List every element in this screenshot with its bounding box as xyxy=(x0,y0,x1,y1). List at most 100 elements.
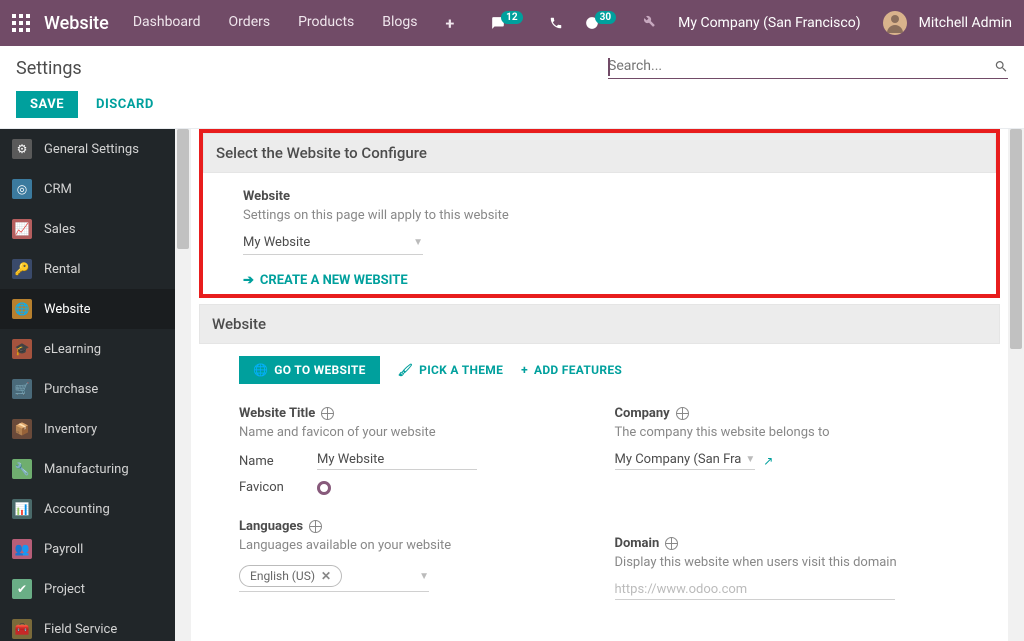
globe-icon: 🌐 xyxy=(253,363,268,377)
sidebar-label: Accounting xyxy=(44,502,110,517)
domain-label: Domain xyxy=(615,536,961,551)
sidebar-item-sales[interactable]: 📈Sales xyxy=(0,209,175,249)
languages-select[interactable]: English (US) ✕ ▼ xyxy=(239,565,429,592)
go-to-website-button[interactable]: 🌐 GO TO WEBSITE xyxy=(239,356,380,384)
search-icon[interactable] xyxy=(994,59,1008,74)
external-link-icon[interactable]: ↗ xyxy=(763,454,773,468)
save-button[interactable]: SAVE xyxy=(16,91,78,118)
accounting-icon: 📊 xyxy=(12,499,32,519)
main-scroll-thumb[interactable] xyxy=(1010,129,1022,349)
left-column: Website Title Name and favicon of your w… xyxy=(239,406,585,600)
favicon-label: Favicon xyxy=(239,480,299,495)
nav-links: Dashboard Orders Products Blogs + xyxy=(133,14,454,33)
inventory-icon: 📦 xyxy=(12,419,32,439)
globe-icon xyxy=(665,537,678,550)
sidebar-label: Field Service xyxy=(44,622,117,637)
languages-label: Languages xyxy=(239,519,585,534)
company-switcher[interactable]: My Company (San Francisco) xyxy=(678,15,860,31)
sidebar-item-payroll[interactable]: 👥Payroll xyxy=(0,529,175,569)
select-website-header: Select the Website to Configure xyxy=(203,133,996,173)
sidebar-item-crm[interactable]: ◎CRM xyxy=(0,169,175,209)
crm-icon: ◎ xyxy=(12,179,32,199)
pick-theme-button[interactable]: 🖌 PICK A THEME xyxy=(398,363,504,377)
discard-button[interactable]: DISCARD xyxy=(96,97,154,112)
remove-tag-icon[interactable]: ✕ xyxy=(321,569,331,583)
website-title-label: Website Title xyxy=(239,406,585,421)
sidebar-item-general-settings[interactable]: ⚙General Settings xyxy=(0,129,175,169)
nav-dashboard[interactable]: Dashboard xyxy=(133,14,201,33)
nav-blogs[interactable]: Blogs xyxy=(382,14,417,33)
main-scrollbar[interactable] xyxy=(1008,129,1024,641)
sidebar-item-elearning[interactable]: 🎓eLearning xyxy=(0,329,175,369)
favicon-row: Favicon xyxy=(239,480,585,495)
caret-down-icon: ▼ xyxy=(745,454,755,465)
top-navbar: Website Dashboard Orders Products Blogs … xyxy=(0,0,1024,46)
nav-plus-icon[interactable]: + xyxy=(445,14,454,33)
sidebar-item-field-service[interactable]: 🧰Field Service xyxy=(0,609,175,641)
caret-down-icon: ▼ xyxy=(413,237,423,248)
sidebar-item-purchase[interactable]: 🛒Purchase xyxy=(0,369,175,409)
domain-input[interactable]: https://www.odoo.com xyxy=(615,582,895,600)
website-select[interactable]: My Website ▼ xyxy=(243,235,423,255)
page-title: Settings xyxy=(16,58,82,79)
workspace: ⚙General Settings◎CRM📈Sales 🔑 Rental 🌐 Websi… xyxy=(0,128,1024,641)
sidebar-item-manufacturing[interactable]: 🔧 Manufacturing xyxy=(0,449,175,489)
plus-icon: + xyxy=(521,363,528,377)
messages-badge: 12 xyxy=(501,11,522,24)
sidebar-item-inventory[interactable]: 📦Inventory xyxy=(0,409,175,449)
favicon-preview[interactable] xyxy=(317,481,331,495)
sidebar-label: Website xyxy=(44,302,91,317)
messages-icon[interactable]: 12 xyxy=(491,16,526,30)
activities-icon[interactable]: 30 xyxy=(585,16,620,30)
nav-products[interactable]: Products xyxy=(298,14,354,33)
globe-icon xyxy=(321,407,334,420)
user-menu[interactable]: Mitchell Admin xyxy=(883,11,1012,35)
company-select[interactable]: My Company (San Fra ▼ xyxy=(615,452,756,470)
sidebar-item-rental[interactable]: 🔑 Rental xyxy=(0,249,175,289)
nav-orders[interactable]: Orders xyxy=(229,14,271,33)
debug-icon[interactable] xyxy=(642,14,656,32)
right-column: Company The company this website belongs… xyxy=(615,406,961,600)
search-input[interactable] xyxy=(608,58,994,74)
user-name: Mitchell Admin xyxy=(919,15,1012,31)
sidebar-label: Manufacturing xyxy=(44,462,129,477)
website-icon: 🌐 xyxy=(12,299,32,319)
sidebar-label: Rental xyxy=(44,262,81,277)
actions-bar: SAVE DISCARD xyxy=(0,79,1024,128)
sidebar-label: Purchase xyxy=(44,382,98,397)
brand-title[interactable]: Website xyxy=(44,13,109,34)
main-panel: Select the Website to Configure Website … xyxy=(191,129,1024,641)
payroll-icon: 👥 xyxy=(12,539,32,559)
activities-badge: 30 xyxy=(595,11,616,24)
sidebar-label: eLearning xyxy=(44,342,101,357)
search-box[interactable] xyxy=(608,58,1008,79)
titlebar: Settings xyxy=(0,46,1024,79)
domain-desc: Display this website when users visit th… xyxy=(615,555,961,570)
select-website-highlight: Select the Website to Configure Website … xyxy=(199,129,1000,298)
company-desc: The company this website belongs to xyxy=(615,425,961,440)
website-button-row: 🌐 GO TO WEBSITE 🖌 PICK A THEME + ADD FEA… xyxy=(199,356,1000,384)
settings-sidebar: ⚙General Settings◎CRM📈Sales 🔑 Rental 🌐 Websi… xyxy=(0,129,175,641)
name-input[interactable]: My Website xyxy=(317,452,477,470)
languages-desc: Languages available on your website xyxy=(239,538,585,553)
phone-icon[interactable] xyxy=(549,16,563,30)
project-icon: ✔ xyxy=(12,579,32,599)
sidebar-scroll-thumb[interactable] xyxy=(177,129,189,249)
apps-grid-icon[interactable] xyxy=(12,14,30,32)
brush-icon: 🖌 xyxy=(398,363,414,377)
name-label: Name xyxy=(239,454,299,469)
website-columns: Website Title Name and favicon of your w… xyxy=(199,406,1000,600)
manufacturing-icon: 🔧 xyxy=(12,459,32,479)
sidebar-item-accounting[interactable]: 📊 Accounting xyxy=(0,489,175,529)
caret-down-icon: ▼ xyxy=(419,571,429,582)
add-features-button[interactable]: + ADD FEATURES xyxy=(521,363,622,377)
rental-icon: 🔑 xyxy=(12,259,32,279)
sidebar-item-website[interactable]: 🌐 Website xyxy=(0,289,175,329)
sidebar-item-project[interactable]: ✔ Project xyxy=(0,569,175,609)
sidebar-scrollbar[interactable] xyxy=(175,129,191,641)
sidebar-label: Project xyxy=(44,582,85,597)
create-website-link[interactable]: ➔ CREATE A NEW WEBSITE xyxy=(243,273,408,288)
sales-icon: 📈 xyxy=(12,219,32,239)
name-row: Name My Website xyxy=(239,452,585,470)
wrench-icon xyxy=(642,14,656,28)
